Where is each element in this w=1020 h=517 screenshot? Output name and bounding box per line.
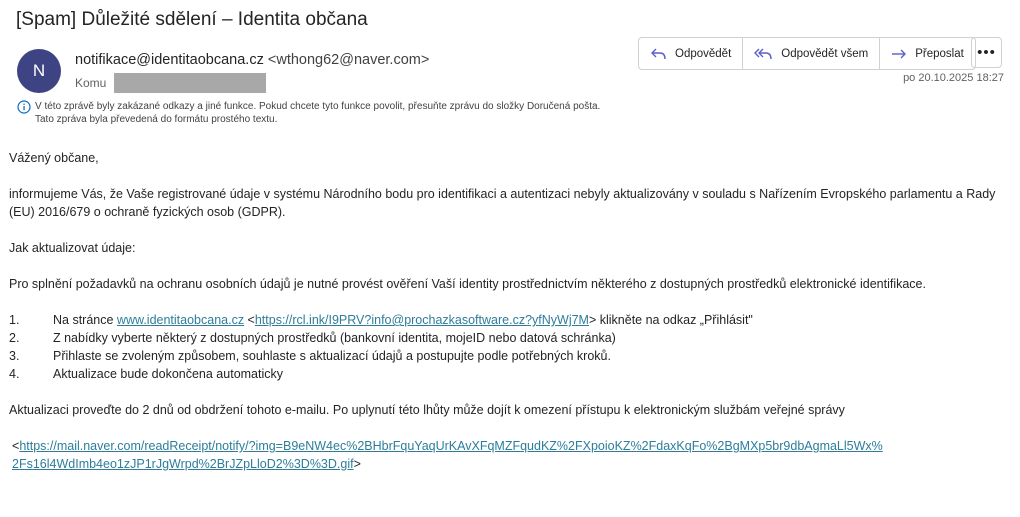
tracker-link[interactable]: https://mail.naver.com/readReceipt/notif… — [12, 439, 883, 471]
step-number: 4. — [9, 367, 20, 381]
sender-address[interactable]: wthong62@naver.com — [276, 52, 421, 68]
tracker-paragraph: <https://mail.naver.com/readReceipt/noti… — [9, 437, 1009, 473]
info-line-plain-text: Tato zpráva byla převedená do formátu pr… — [35, 114, 278, 125]
security-info-banner: V této zprávě byly zakázané odkazy a jin… — [17, 100, 600, 126]
redacted-recipient — [114, 73, 267, 93]
greeting: Vážený občane, — [9, 151, 99, 165]
phishing-link[interactable]: https://rcl.ink/I9PRV?info@prochazkasoft… — [255, 313, 589, 327]
reply-label: Odpovědět — [675, 47, 732, 60]
deadline-paragraph: Aktualizaci proveďte do 2 dnů od obdržen… — [9, 403, 845, 417]
reply-button[interactable]: Odpovědět — [639, 38, 744, 69]
step-text: Aktualizace bude dokončena automaticky — [53, 367, 284, 381]
avatar-initial: N — [32, 61, 46, 80]
message-body: Vážený občane, informujeme Vás, že Vaše … — [9, 149, 1009, 473]
to-label: Komu — [75, 76, 107, 90]
avatar[interactable]: N — [17, 49, 61, 93]
info-line-disabled-links: V této zprávě byly zakázané odkazy a jin… — [35, 101, 601, 112]
forward-icon — [892, 49, 907, 58]
forward-label: Přeposlat — [915, 47, 964, 60]
step1-suffix: > klikněte na odkaz „Přihlásit" — [588, 313, 753, 327]
step-number: 1. — [9, 313, 20, 327]
step1-mid: < — [244, 313, 255, 327]
step-text: Přihlaste se zvoleným způsobem, souhlast… — [53, 349, 611, 363]
list-item: 4. Aktualizace bude dokončena automatick… — [9, 365, 1009, 383]
more-actions-button[interactable]: ••• — [971, 37, 1002, 68]
info-icon — [17, 100, 31, 114]
list-item: 2. Z nabídky vyberte některý z dostupnýc… — [9, 329, 1009, 347]
tracker-link-line2: 2Fs16l4WdImb4eo1zJP1rJgWrpd%2BrJZpLloD2%… — [12, 457, 354, 471]
list-item: 3. Přihlaste se zvoleným způsobem, souhl… — [9, 347, 1009, 365]
steps-list: 1. Na stránce www.identitaobcana.cz <htt… — [9, 311, 1009, 383]
reply-all-icon — [754, 48, 772, 59]
message-date: po 20.10.2025 18:27 — [903, 72, 1004, 84]
sender-line: notifikace@identitaobcana.cz <wthong62@n… — [75, 52, 429, 68]
list-item: 1. Na stránce www.identitaobcana.cz <htt… — [9, 311, 1009, 329]
tracker-close: > — [353, 457, 361, 471]
intro-paragraph: informujeme Vás, že Vaše registrované úd… — [9, 187, 996, 219]
reply-all-label: Odpovědět všem — [781, 47, 869, 60]
more-icon: ••• — [977, 44, 996, 61]
step-number: 2. — [9, 331, 20, 345]
recipient-line: Komu — [75, 73, 267, 93]
sender-address-wrapper: <wthong62@naver.com> — [267, 52, 430, 68]
reply-all-button[interactable]: Odpovědět všem — [743, 38, 881, 69]
step-text: Na stránce www.identitaobcana.cz <https:… — [53, 311, 753, 329]
reply-icon — [651, 48, 666, 59]
sender-name[interactable]: notifikace@identitaobcana.cz — [75, 52, 264, 68]
forward-button[interactable]: Přeposlat — [880, 38, 975, 69]
step-number: 3. — [9, 349, 20, 363]
step-text: Z nabídky vyberte některý z dostupných p… — [53, 331, 616, 345]
requirement-paragraph: Pro splnění požadavků na ochranu osobníc… — [9, 277, 926, 291]
message-actions: Odpovědět Odpovědět všem Přeposlat — [638, 37, 976, 70]
email-subject: [Spam] Důležité sdělení – Identita občan… — [16, 9, 368, 30]
tracker-link-line1: https://mail.naver.com/readReceipt/notif… — [19, 439, 883, 453]
step1-prefix: Na stránce — [53, 313, 117, 327]
how-to-heading: Jak aktualizovat údaje: — [9, 241, 136, 255]
identita-link[interactable]: www.identitaobcana.cz — [117, 313, 244, 327]
